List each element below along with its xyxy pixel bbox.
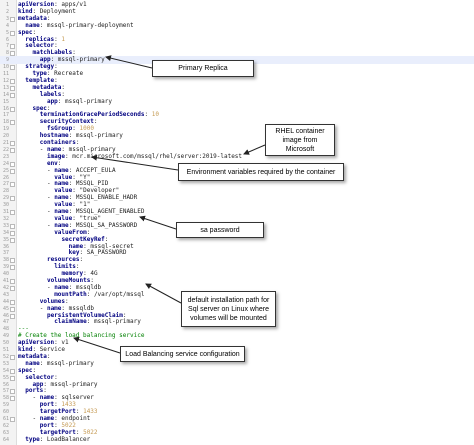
callout-primary-replica: Primary Replica: [152, 60, 254, 77]
callout-install-path-text: default installation path for Sql server…: [187, 296, 270, 322]
yaml-value: LoadBalancer: [46, 435, 91, 443]
callout-lb-service-text: Load Balancing service configuration: [125, 350, 240, 358]
callout-env-vars: Environment variables required by the co…: [178, 163, 344, 181]
callout-primary-replica-text: Primary Replica: [178, 65, 228, 72]
callout-lb-service: Load Balancing service configuration: [120, 346, 245, 362]
yaml-key: type: [25, 435, 40, 443]
yaml-separator: :: [39, 435, 47, 443]
code-line[interactable]: 64 type: LoadBalancer: [0, 436, 474, 444]
callout-rhel-image: RHEL container image from Microsoft: [265, 124, 335, 156]
callout-env-vars-text: Environment variables required by the co…: [186, 168, 336, 176]
callout-sa-password-text: sa password: [200, 226, 240, 234]
callout-install-path: default installation path for Sql server…: [181, 291, 276, 327]
callout-sa-password: sa password: [176, 222, 264, 238]
line-number: 64: [2, 436, 9, 443]
code-text: type: LoadBalancer: [25, 436, 90, 444]
callout-rhel-image-text: RHEL container image from Microsoft: [275, 127, 325, 153]
